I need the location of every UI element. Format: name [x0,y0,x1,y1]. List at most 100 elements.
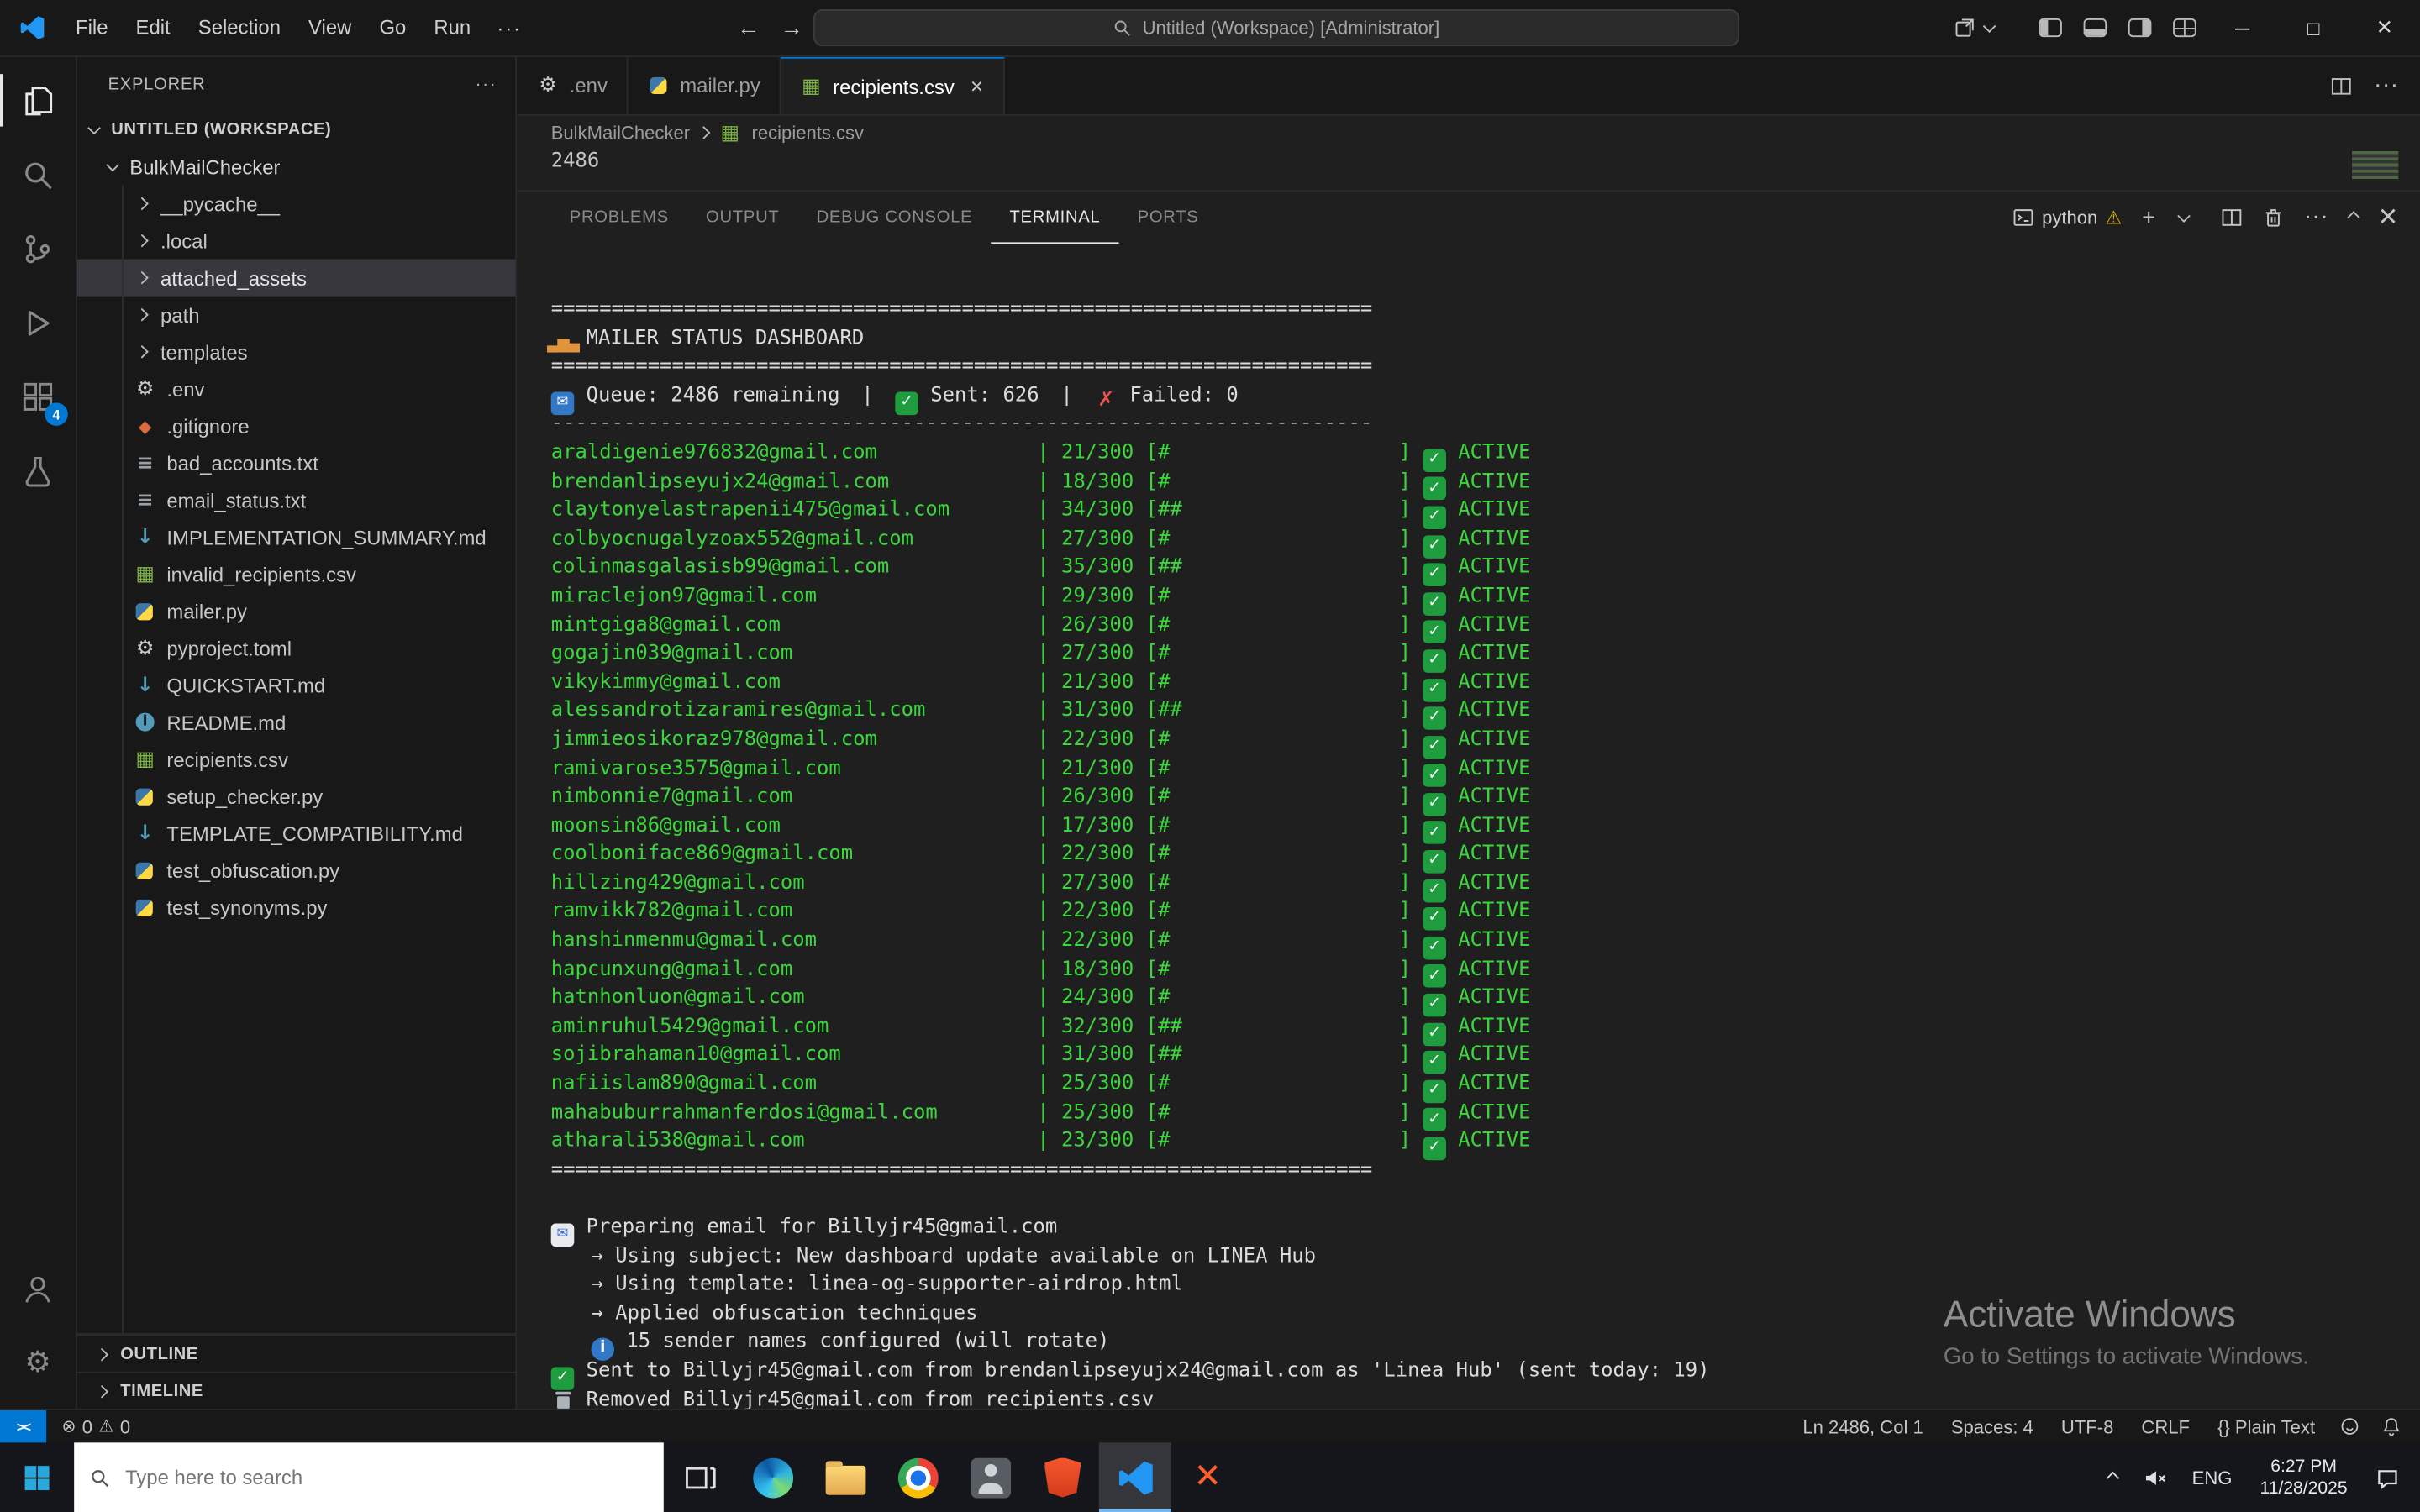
split-terminal-icon[interactable] [2220,207,2242,228]
menu-run[interactable]: Run [420,0,485,55]
cursor-position[interactable]: Ln 2486, Col 1 [1789,1415,1937,1437]
tree-item[interactable]: templates [77,333,516,370]
tree-item[interactable]: test_obfuscation.py [77,852,516,889]
people-icon[interactable] [954,1442,1026,1512]
terminal-profile-badge[interactable]: python ⚠ [2012,207,2122,228]
close-tab-icon[interactable]: ✕ [970,76,984,97]
root-folder[interactable]: BulkMailChecker [77,148,516,185]
clock[interactable]: 6:27 PM 11/28/2025 [2244,1456,2363,1499]
volume-muted-icon[interactable] [2130,1442,2180,1512]
tree-item[interactable]: QUICKSTART.md [77,666,516,703]
maximize-button[interactable]: □ [2278,0,2349,55]
menu-selection[interactable]: Selection [184,0,294,55]
menu-view[interactable]: View [295,0,366,55]
tree-item[interactable]: TEMPLATE_COMPATIBILITY.md [77,815,516,852]
panel-more-icon[interactable]: ··· [2304,203,2328,231]
section-timeline[interactable]: TIMELINE [76,1371,516,1409]
command-center-search[interactable]: Untitled (Workspace) [Administrator] [813,9,1739,47]
explorer-more-icon[interactable]: ··· [476,75,497,93]
taskbar-search[interactable] [74,1442,664,1512]
tree-item[interactable]: IMPLEMENTATION_SUMMARY.md [77,518,516,555]
settings-gear-icon[interactable]: ⚙ [0,1326,76,1399]
tree-item[interactable]: recipients.csv [77,741,516,778]
panel-tab-ports[interactable]: PORTS [1119,192,1218,244]
action-center-icon[interactable] [2363,1442,2412,1512]
tree-item[interactable]: attached_assets [76,259,516,297]
terminal-dropdown-icon[interactable] [2176,209,2191,223]
source-control-icon[interactable] [0,212,76,286]
forward-icon[interactable]: → [771,14,813,40]
indentation[interactable]: Spaces: 4 [1937,1415,2047,1437]
tree-item[interactable]: bad_accounts.txt [77,444,516,481]
menu-file[interactable]: File [61,0,122,55]
panel-tab-problems[interactable]: PROBLEMS [551,192,687,244]
kill-terminal-icon[interactable] [2262,207,2284,228]
toggle-sidebar-icon[interactable] [2039,18,2062,38]
remote-indicator[interactable]: >< [0,1410,47,1443]
editor-more-icon[interactable]: ··· [2374,71,2398,99]
tree-item[interactable]: setup_checker.py [77,778,516,815]
terminal-output[interactable]: ========================================… [517,244,2420,1409]
taskbar-search-input[interactable] [122,1464,649,1491]
language-mode[interactable]: {} Plain Text [2204,1415,2329,1437]
menu-overflow-icon[interactable]: ··· [485,16,534,39]
editor[interactable]: 2486 [517,150,2420,190]
tree-item[interactable]: README.md [77,704,516,741]
section-outline[interactable]: OUTLINE [76,1334,516,1372]
tree-item[interactable]: pyproject.toml [77,629,516,666]
x-app-icon[interactable] [1171,1442,1244,1512]
edge-icon[interactable] [736,1442,808,1512]
panel-tab-terminal[interactable]: TERMINAL [991,192,1118,244]
file-explorer-icon[interactable] [808,1442,881,1512]
problems-indicator[interactable]: ⊗ 0 ⚠ 0 [46,1415,145,1437]
menu-go[interactable]: Go [366,0,420,55]
tree-item[interactable]: __pycache__ [77,185,516,222]
language-indicator[interactable]: ENG [2180,1442,2244,1512]
breadcrumb-folder[interactable]: BulkMailChecker [551,122,690,144]
tab-mailer.py[interactable]: mailer.py [627,56,781,114]
tree-item[interactable]: mailer.py [77,592,516,629]
tray-chevron-icon[interactable] [2096,1442,2130,1512]
search-icon[interactable] [0,137,76,211]
tree-item[interactable]: invalid_recipients.csv [77,555,516,592]
titlebar-action-dropdown[interactable] [1954,17,2006,39]
account-icon[interactable] [0,1252,76,1326]
minimize-button[interactable]: ─ [2207,0,2278,55]
toggle-secondary-sidebar-icon[interactable] [2128,18,2152,38]
breadcrumb-file[interactable]: recipients.csv [752,122,865,144]
tab-recipients.csv[interactable]: recipients.csv ✕ [780,56,1004,114]
tree-item[interactable]: .local [77,222,516,259]
extensions-icon[interactable]: 4 [0,360,76,433]
close-button[interactable]: ✕ [2349,0,2420,55]
task-view-button[interactable] [664,1442,736,1512]
close-panel-icon[interactable]: ✕ [2378,202,2399,234]
tree-item[interactable]: email_status.txt [77,481,516,518]
toggle-panel-icon[interactable] [2083,18,2107,38]
split-editor-icon[interactable] [2330,75,2352,97]
chrome-icon[interactable] [881,1442,954,1512]
panel-tab-output[interactable]: OUTPUT [687,192,798,244]
feedback-icon[interactable] [2329,1416,2371,1436]
maximize-panel-icon[interactable] [2346,211,2360,224]
back-icon[interactable]: ← [727,14,770,40]
tree-item[interactable]: test_synonyms.py [77,889,516,926]
menu-edit[interactable]: Edit [122,0,184,55]
tree-item[interactable]: .env [77,370,516,407]
brave-icon[interactable] [1026,1442,1098,1512]
testing-icon[interactable] [0,433,76,507]
workspace-section[interactable]: UNTITLED (WORKSPACE) [77,111,516,148]
customize-layout-icon[interactable] [2173,18,2196,38]
tree-item[interactable]: .gitignore [77,407,516,444]
new-terminal-icon[interactable]: + [2142,204,2155,230]
eol[interactable]: CRLF [2128,1415,2204,1437]
start-button[interactable] [0,1442,74,1512]
vscode-taskbar-icon[interactable] [1098,1442,1172,1512]
minimap[interactable] [2352,150,2399,180]
panel-tab-debug-console[interactable]: DEBUG CONSOLE [798,192,992,244]
bell-icon[interactable] [2370,1416,2420,1436]
tab-.env[interactable]: .env [517,56,628,114]
explorer-icon[interactable] [0,63,76,137]
encoding[interactable]: UTF-8 [2047,1415,2128,1437]
run-debug-icon[interactable] [0,286,76,360]
tree-item[interactable]: path [77,297,516,333]
